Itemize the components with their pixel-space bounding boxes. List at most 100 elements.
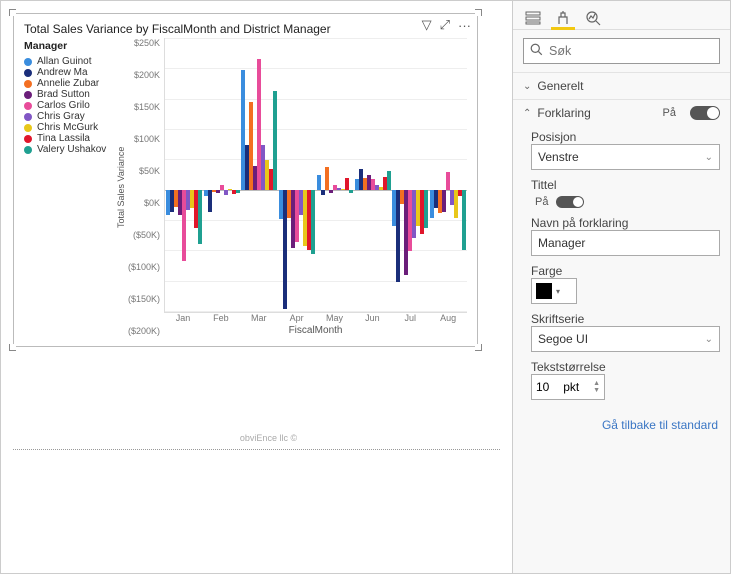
x-tick-label: Aug [429,313,467,323]
title-toggle-label: På [535,196,548,208]
legend-item-label: Tina Lassila [37,133,90,144]
y-axis-label: Total Sales Variance [114,38,128,336]
tab-analytics[interactable] [583,7,603,29]
y-axis: $250K$200K$150K$100K$50K$0K($50K)($100K)… [128,38,164,336]
x-tick-label: Feb [202,313,240,323]
chevron-down-icon: ⌄ [705,334,713,345]
legend-swatch [24,113,32,121]
chevron-down-icon: ▾ [556,287,560,296]
chart-plot-area [164,38,467,313]
search-field[interactable] [549,44,713,58]
tab-fields[interactable] [523,7,543,29]
focus-mode-icon[interactable]: ⤢ [440,17,450,33]
spinner-up-icon[interactable]: ▲ [593,380,600,387]
chevron-down-icon: ⌄ [523,81,531,92]
legend-item[interactable]: Tina Lassila [24,133,114,144]
bar[interactable] [446,172,450,190]
legend-name-value: Manager [538,236,585,250]
position-label: Posisjon [531,130,720,144]
bar[interactable] [349,190,353,193]
font-family-value: Segoe UI [538,332,588,346]
bar[interactable] [442,190,446,211]
legend-item-label: Chris Gray [37,111,85,122]
search-icon [530,43,543,59]
chevron-up-icon: ⌃ [523,108,531,119]
legend-toggle[interactable] [690,106,720,120]
bar[interactable] [424,190,428,228]
filter-icon[interactable]: ▽ [422,17,432,33]
more-options-icon[interactable]: ··· [458,18,471,33]
section-legend[interactable]: ⌃Forklaring På [513,99,730,126]
text-size-value: 10 [536,380,549,394]
bar[interactable] [321,190,325,195]
x-tick-label: May [316,313,354,323]
legend-item[interactable]: Carlos Grilo [24,100,114,111]
x-tick-label: Jan [164,313,202,323]
bar[interactable] [325,167,329,190]
chart-legend: Manager Allan GuinotAndrew MaAnnelie Zub… [24,38,114,336]
legend-swatch [24,146,32,154]
legend-swatch [24,69,32,77]
legend-swatch [24,135,32,143]
legend-item[interactable]: Chris Gray [24,111,114,122]
title-toggle[interactable] [556,196,584,208]
section-legend-label: Forklaring [537,106,590,120]
color-picker[interactable]: ▾ [531,278,577,304]
font-family-dropdown[interactable]: Segoe UI ⌄ [531,326,720,352]
page-divider [13,449,500,450]
title-label: Tittel [531,178,720,192]
legend-title: Manager [24,40,114,52]
text-size-label: Tekststørrelse [531,360,720,374]
x-tick-label: Jun [353,313,391,323]
bar-group [429,38,467,312]
bar[interactable] [462,190,466,250]
legend-item[interactable]: Chris McGurk [24,122,114,133]
reset-to-default-link[interactable]: Gå tilbake til standard [513,408,730,442]
legend-name-label: Navn på forklaring [531,216,720,230]
bar-group [354,38,392,312]
text-size-spinner[interactable]: 10 pkt ▲▼ [531,374,605,400]
bar[interactable] [387,171,391,190]
bar[interactable] [311,190,315,254]
x-axis-label: FiscalMonth [164,325,467,336]
legend-swatch [24,124,32,132]
legend-item[interactable]: Allan Guinot [24,56,114,67]
bar[interactable] [236,190,240,192]
bar[interactable] [317,175,321,190]
x-axis: JanFebMarAprMayJunJulAug [164,313,467,323]
legend-swatch [24,102,32,110]
bar[interactable] [396,190,400,281]
color-swatch [536,283,552,299]
legend-item[interactable]: Andrew Ma [24,67,114,78]
legend-item[interactable]: Brad Sutton [24,89,114,100]
x-tick-label: Jul [391,313,429,323]
legend-swatch [24,91,32,99]
tab-format[interactable] [553,7,573,29]
bar[interactable] [345,178,349,190]
font-family-label: Skriftserie [531,312,720,326]
position-dropdown[interactable]: Venstre ⌄ [531,144,720,170]
spinner-down-icon[interactable]: ▼ [593,387,600,394]
bar-group [203,38,241,312]
bar[interactable] [208,190,212,211]
bar[interactable] [198,190,202,244]
bar[interactable] [329,190,333,193]
x-tick-label: Apr [278,313,316,323]
bar[interactable] [224,190,228,195]
chart-visual[interactable]: ▽ ⤢ ··· Total Sales Variance by FiscalMo… [13,13,478,347]
footer-copyright: obviEnce llc © [13,433,524,443]
section-general-label: Generelt [537,79,583,93]
bar[interactable] [216,190,220,193]
text-size-unit: pkt [563,380,579,394]
bar[interactable] [273,91,277,190]
search-input[interactable] [523,38,720,64]
legend-item[interactable]: Valery Ushakov [24,144,114,155]
section-general[interactable]: ⌄ Generelt [513,72,730,99]
legend-item-label: Allan Guinot [37,56,91,67]
report-canvas[interactable]: ▽ ⤢ ··· Total Sales Variance by FiscalMo… [1,1,512,573]
legend-item[interactable]: Annelie Zubar [24,78,114,89]
legend-name-input[interactable]: Manager [531,230,720,256]
legend-item-label: Andrew Ma [37,67,88,78]
chart-title: Total Sales Variance by FiscalMonth and … [14,14,477,38]
color-label: Farge [531,264,720,278]
